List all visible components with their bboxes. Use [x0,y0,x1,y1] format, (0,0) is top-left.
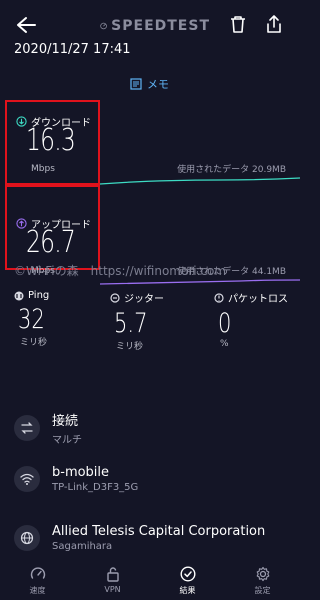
top-bar: SPEEDTEST [0,0,300,40]
ping-label: Ping [28,290,50,301]
download-speed-value: 16.3 [26,123,76,158]
upload-speed-value: 26.7 [26,225,76,260]
note-icon [130,78,142,90]
packet-loss-icon [214,292,224,303]
jitter-value: 5.7 [114,308,148,339]
memo-label: メモ [147,78,169,91]
delete-button[interactable] [228,14,250,36]
nav-results[interactable]: 結果 [150,558,225,600]
jitter-header: ジッター [110,290,200,305]
wifi-icon [14,466,40,492]
connection-type: マルチ [52,435,82,446]
nav-vpn-label: VPN [104,585,121,594]
share-button[interactable] [264,14,286,36]
jitter-unit: ミリ秒 [116,342,144,352]
bottom-navigation: 速度 VPN 結果 設定 [0,558,300,600]
ping-value: 32 [18,304,45,335]
nav-speed-label: 速度 [29,586,46,595]
ping-stat: Ping 32 ミリ秒 [14,290,104,348]
ping-unit: ミリ秒 [20,338,48,348]
brand-name: SPEEDTEST [111,18,210,34]
packet-loss-value: 0 [218,308,232,339]
watermark: ©Wi-Fiの森 https://wifinomori.com [14,264,227,278]
nav-vpn[interactable]: VPN [75,558,150,600]
download-unit: Mbps [31,164,55,174]
back-button[interactable] [14,14,38,36]
jitter-label: ジッター [124,294,164,305]
server-row[interactable]: Allied Telesis Capital Corporation Sagam… [14,514,294,562]
packet-loss-header: パケットロス [214,290,304,305]
trash-icon [231,16,245,33]
server-location: Sagamihara [52,541,113,552]
nav-settings-label: 設定 [254,586,271,595]
connection-icon [14,415,40,441]
check-circle-icon [179,566,196,582]
network-row[interactable]: b-mobile TP-Link_D3F3_5G [14,455,294,503]
network-provider: b-mobile [52,465,110,480]
globe-icon [14,525,40,551]
speedtest-logo: SPEEDTEST [100,16,210,36]
result-datetime: 2020/11/27 17:41 [14,42,131,57]
connection-title: 接続 [52,414,79,429]
nav-results-label: 結果 [179,586,196,595]
lock-icon [106,567,119,582]
memo-button[interactable]: メモ [130,76,169,92]
gauge-logo-icon [100,22,107,30]
ping-header: Ping [14,290,104,301]
jitter-stat: ジッター 5.7 ミリ秒 [110,290,200,352]
stats-panel: Ping 32 ミリ秒 ジッター 5.7 ミリ秒 パケットロス 0 % [0,290,300,380]
jitter-icon [110,292,120,303]
network-ssid: TP-Link_D3F3_5G [52,482,139,493]
packet-loss-unit: % [220,339,229,349]
nav-speed[interactable]: 速度 [0,558,75,600]
server-name: Allied Telesis Capital Corporation [52,524,266,539]
share-icon [267,15,281,33]
packet-loss-label: パケットロス [228,294,288,305]
arrow-left-icon [17,17,36,33]
ping-icon [14,291,24,300]
speedometer-icon [30,567,45,579]
packet-loss-stat: パケットロス 0 % [214,290,304,349]
gear-icon [256,566,269,582]
nav-settings[interactable]: 設定 [225,558,300,600]
connection-row[interactable]: 接続 マルチ [14,404,294,452]
